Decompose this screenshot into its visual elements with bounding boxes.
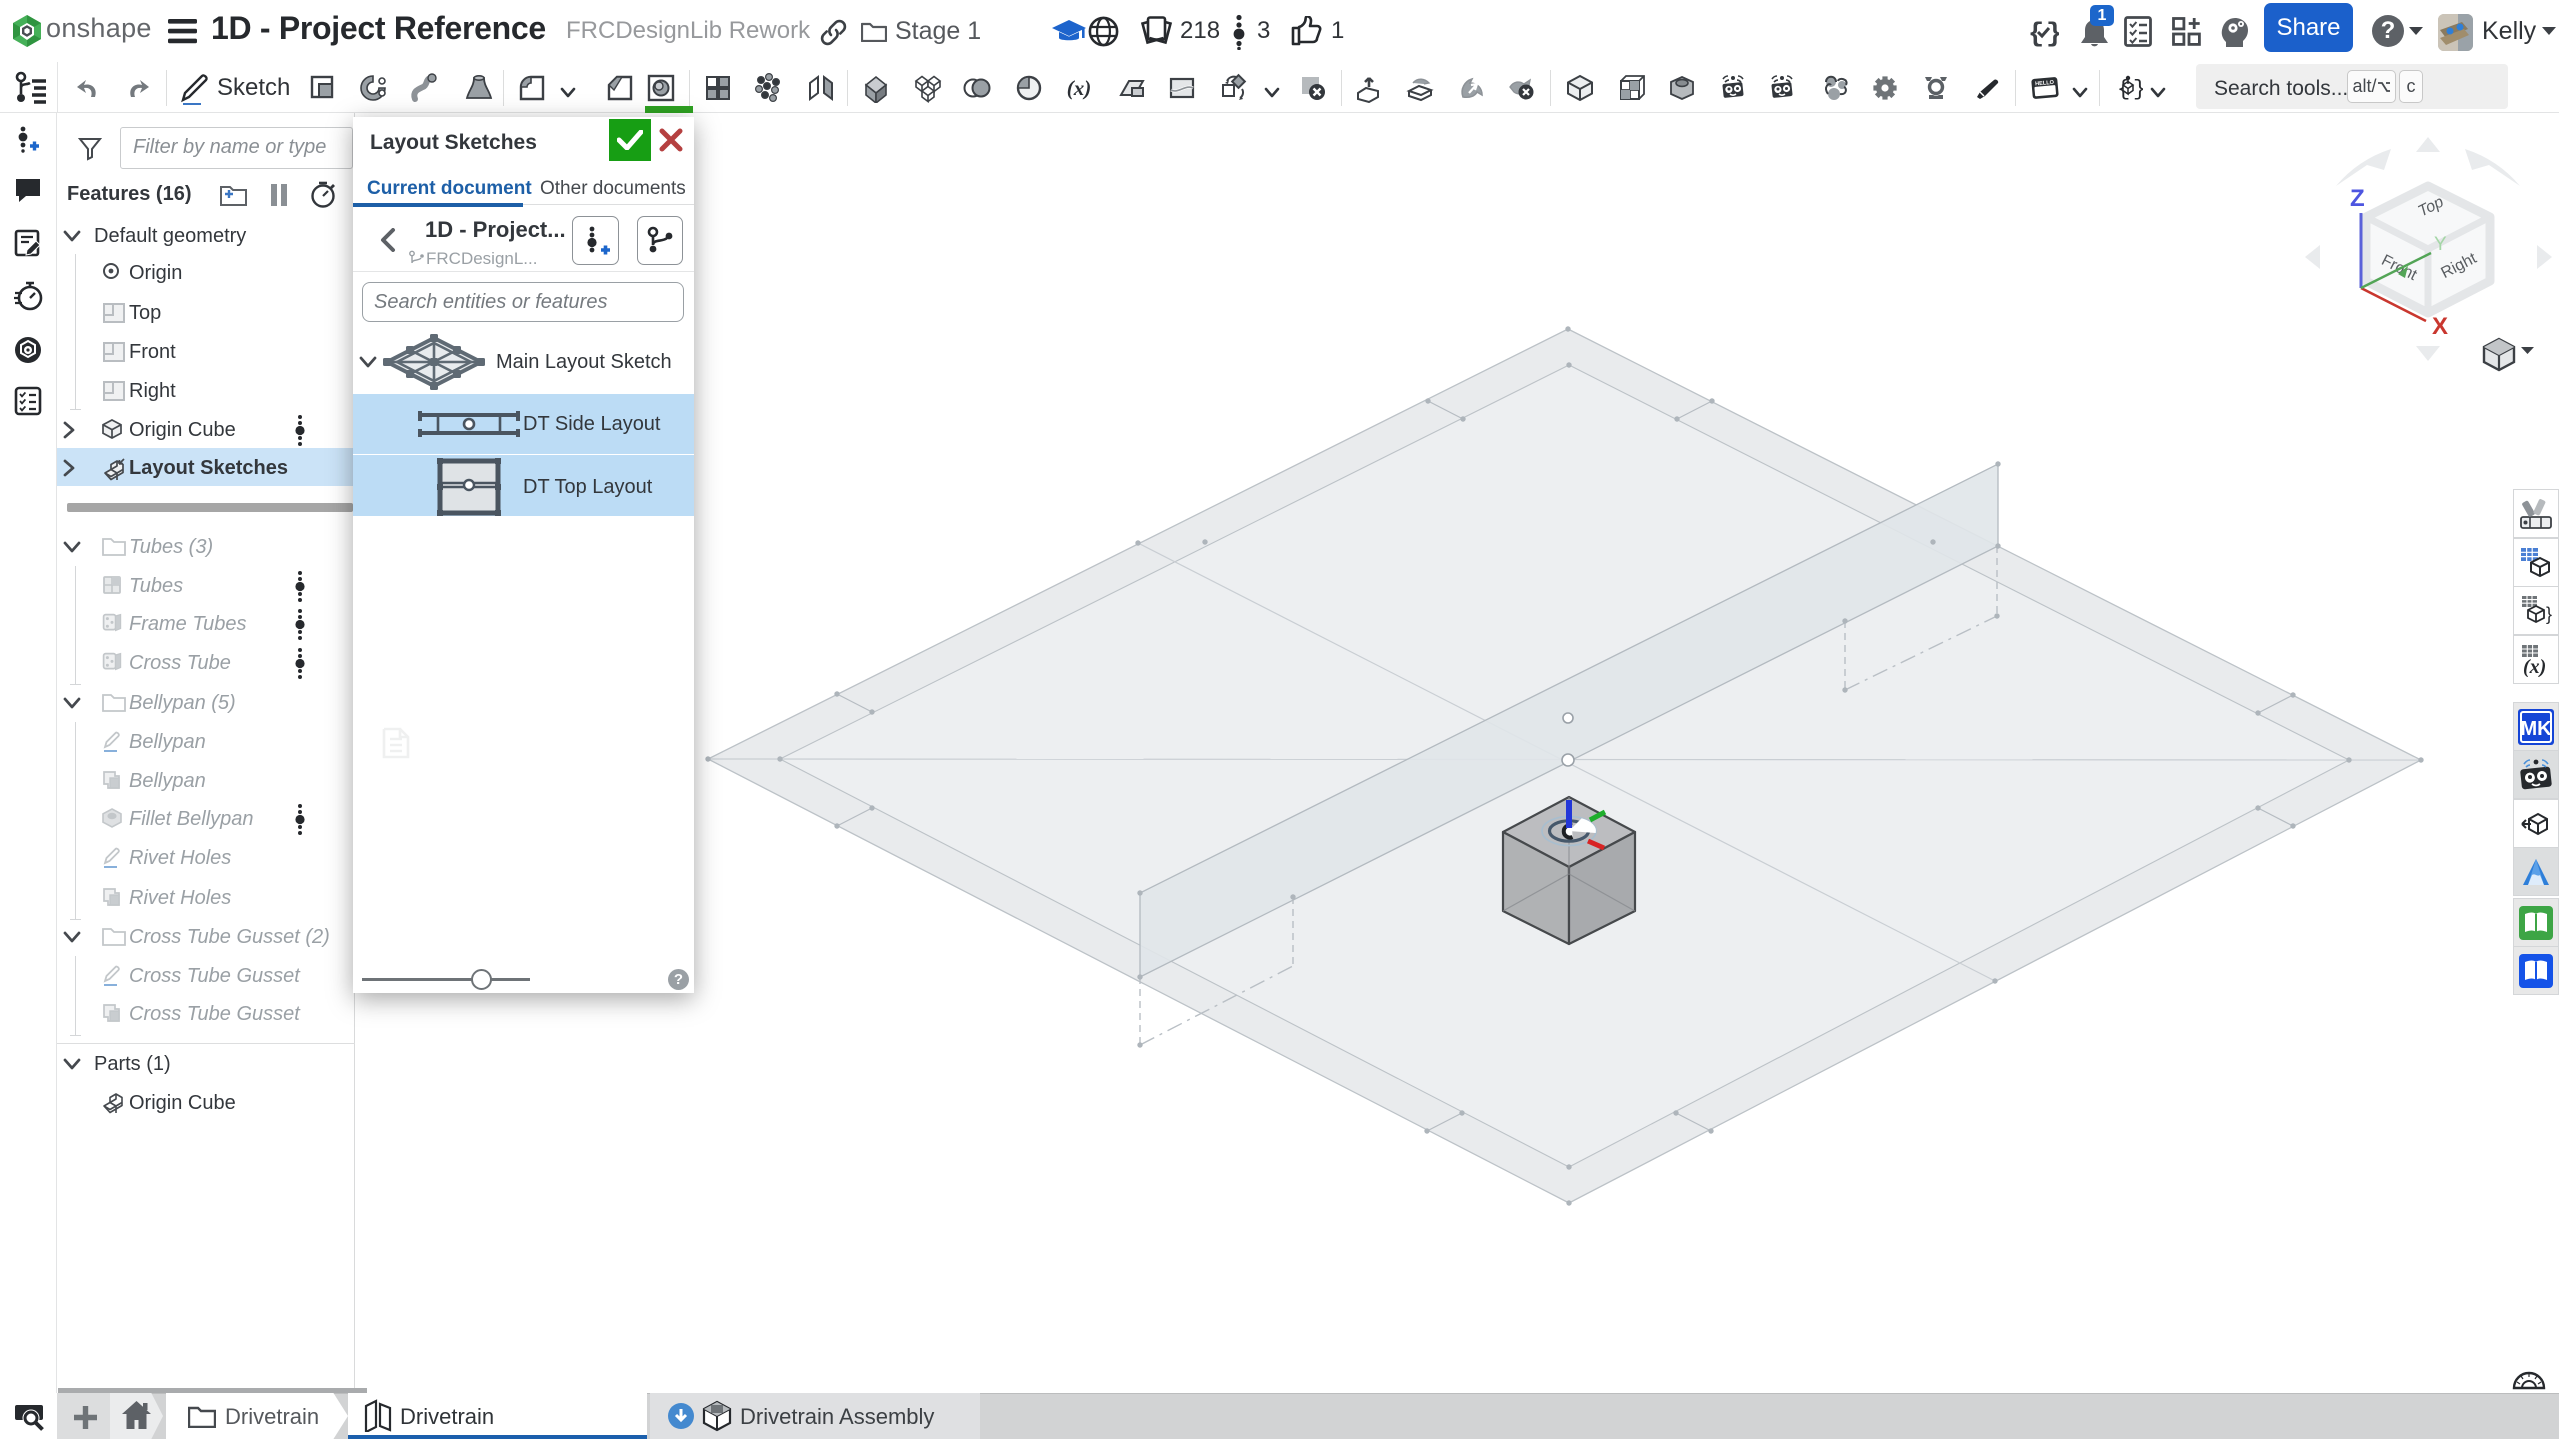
svg-text:MK: MK [2520, 718, 2552, 740]
svg-text:Z: Z [2350, 185, 2365, 212]
svg-text:Y: Y [2434, 234, 2447, 255]
svg-text:}: } [2546, 604, 2552, 624]
svg-text:}: } [2046, 20, 2059, 47]
svg-text:(x): (x) [2523, 656, 2546, 677]
svg-text:X: X [2432, 313, 2448, 340]
svg-text:(x): (x) [1067, 76, 1092, 100]
svg-text:}: } [2133, 77, 2143, 102]
svg-text:{: { [2028, 20, 2044, 47]
